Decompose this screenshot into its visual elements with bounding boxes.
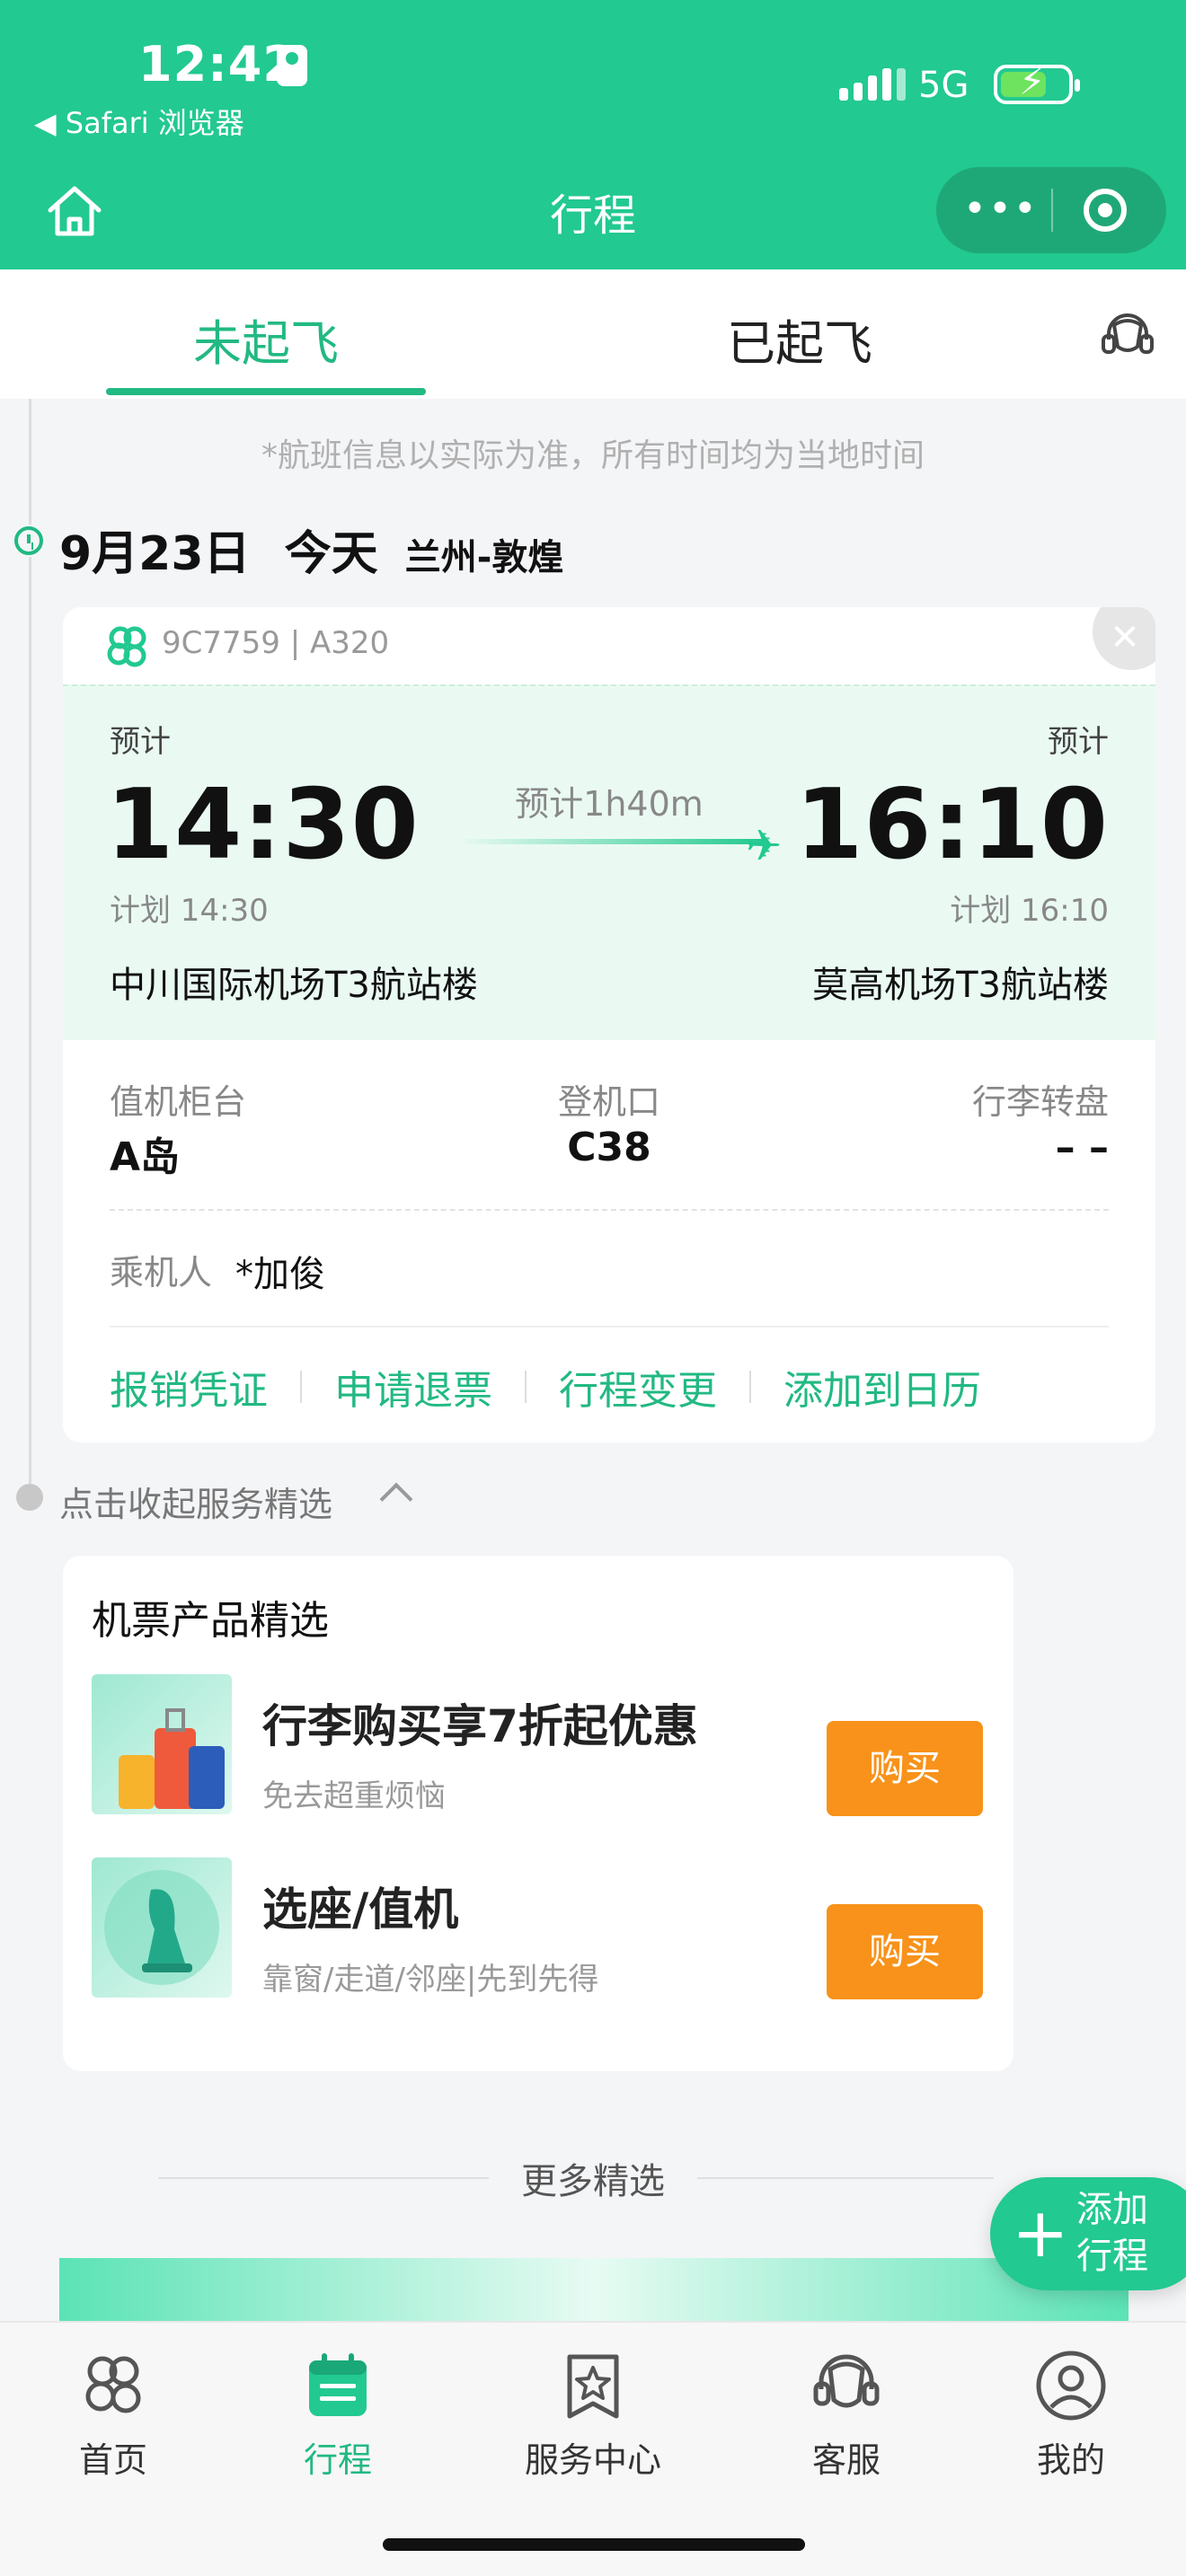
flight-number: 9C7759 | A320 <box>162 625 390 661</box>
timeline-line <box>29 557 31 1484</box>
collapse-services-toggle[interactable]: 点击收起服务精选 <box>59 1477 332 1526</box>
customer-service-icon[interactable] <box>1096 305 1159 368</box>
arrival-time: 16:10 <box>795 769 1109 881</box>
trip-date-header: 9月23日 今天 兰州-敦煌 <box>59 516 563 583</box>
departure-airport: 中川国际机场T3航站楼 <box>110 965 478 1006</box>
headset-icon <box>813 2354 880 2408</box>
divider <box>110 1209 1109 1211</box>
nav-trips[interactable]: 行程 <box>257 2348 419 2482</box>
product-name[interactable]: 行李购买享7折起优惠 <box>262 1690 698 1755</box>
reimbursement-link[interactable]: 报销凭证 <box>110 1358 268 1416</box>
focus-mode-icon <box>277 45 307 86</box>
product-section-title: 机票产品精选 <box>92 1598 329 1644</box>
add-trip-label-1: 添加 <box>1076 2189 1148 2230</box>
arrival-airport: 莫高机场T3航站楼 <box>812 965 1109 1006</box>
target-icon[interactable] <box>1084 189 1127 232</box>
home-logo-icon <box>85 2356 141 2413</box>
tab-not-departed[interactable]: 未起飞 <box>106 304 426 375</box>
baggage-label: 行李转盘 <box>971 1082 1109 1122</box>
nav-customer-service[interactable]: 客服 <box>766 2348 927 2482</box>
time-notice: *航班信息以实际为准，所有时间均为当地时间 <box>261 437 925 474</box>
add-trip-button[interactable]: + 添加 行程 <box>990 2177 1186 2290</box>
nav-service-center[interactable]: 服务中心 <box>512 2348 674 2482</box>
service-star-icon <box>567 2354 619 2419</box>
back-to-safari-link[interactable]: ◀ Safari 浏览器 <box>34 101 244 142</box>
user-icon <box>1036 2351 1106 2421</box>
product-card: 机票产品精选 行李购买享7折起优惠 免去超重烦恼 购买 选座/值机 靠窗/走道/… <box>63 1556 1013 2071</box>
nav-me[interactable]: 我的 <box>990 2348 1152 2482</box>
nav-label: 首页 <box>78 2440 147 2480</box>
signal-icon <box>839 68 906 101</box>
dep-planned-time: 计划 14:30 <box>110 893 269 929</box>
charging-icon: ⚡ <box>1019 59 1046 103</box>
passenger-name: *加俊 <box>235 1254 325 1295</box>
product-subtitle: 免去超重烦恼 <box>262 1778 446 1814</box>
trip-day: 今天 <box>284 527 378 581</box>
luggage-image <box>92 1674 232 1814</box>
home-indicator <box>383 2538 805 2551</box>
flight-times-panel: 预计 预计 14:30 预计1h40m ✈ 16:10 计划 14:30 计划 … <box>63 684 1155 1040</box>
arr-est-label: 预计 <box>1048 724 1109 760</box>
chevron-up-icon[interactable] <box>379 1482 413 1516</box>
trip-date: 9月23日 <box>59 527 251 581</box>
tab-active-indicator <box>106 388 426 395</box>
nav-home[interactable]: 首页 <box>32 2348 194 2482</box>
trip-route: 兰州-敦煌 <box>404 537 564 578</box>
change-trip-link[interactable]: 行程变更 <box>559 1358 717 1416</box>
clock-icon <box>14 526 43 555</box>
product-name[interactable]: 选座/值机 <box>262 1874 458 1938</box>
add-trip-label-2: 行程 <box>1076 2236 1148 2277</box>
flight-card[interactable]: 9C7759 | A320 ✕ 预计 预计 14:30 预计1h40m ✈ 16… <box>63 607 1155 1442</box>
more-dots-icon[interactable]: ••• <box>963 187 1039 232</box>
close-icon[interactable]: ✕ <box>1093 607 1155 670</box>
passenger-label: 乘机人 <box>110 1253 213 1292</box>
nav-label: 我的 <box>1036 2440 1105 2480</box>
buy-luggage-button[interactable]: 购买 <box>827 1721 983 1816</box>
divider <box>697 2177 994 2179</box>
flight-path-line <box>458 839 764 844</box>
refund-link[interactable]: 申请退票 <box>334 1358 492 1416</box>
seat-image <box>92 1857 232 1998</box>
airplane-icon: ✈ <box>746 821 783 871</box>
baggage-value: – – <box>1055 1125 1109 1170</box>
calendar-icon <box>309 2353 367 2416</box>
gate-value: C38 <box>567 1125 651 1170</box>
divider <box>110 1326 1109 1328</box>
timeline-dot <box>16 1484 43 1511</box>
arr-planned-time: 计划 16:10 <box>950 893 1109 929</box>
dep-est-label: 预计 <box>110 724 171 760</box>
buy-seat-button[interactable]: 购买 <box>827 1904 983 1999</box>
trip-tabs: 未起飞 已起飞 <box>0 269 1186 399</box>
network-type: 5G <box>918 65 969 106</box>
airline-logo-icon <box>107 626 146 667</box>
nav-label: 行程 <box>303 2440 372 2480</box>
add-to-calendar-link[interactable]: 添加到日历 <box>783 1358 981 1416</box>
status-time: 12:42 <box>138 36 297 93</box>
nav-label: 服务中心 <box>524 2440 661 2480</box>
product-subtitle: 靠窗/走道/邻座|先到先得 <box>262 1962 599 1998</box>
nav-label: 客服 <box>811 2440 881 2480</box>
tab-departed[interactable]: 已起飞 <box>647 304 952 375</box>
plus-icon: + <box>1012 2192 1069 2272</box>
flight-card-header: 9C7759 | A320 ✕ <box>63 607 1155 684</box>
flight-actions: 报销凭证 申请退票 行程变更 添加到日历 <box>110 1358 981 1416</box>
mini-program-capsule: ••• <box>936 167 1166 253</box>
